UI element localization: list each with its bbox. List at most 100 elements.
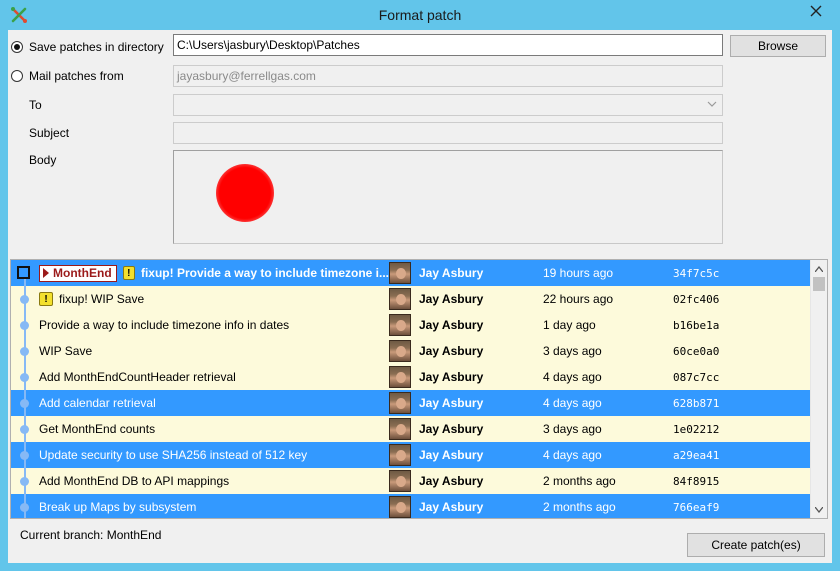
scroll-thumb[interactable] <box>813 277 825 291</box>
commit-author: Jay Asbury <box>419 500 484 514</box>
commit-author: Jay Asbury <box>419 292 484 306</box>
mail-radio[interactable] <box>11 70 23 82</box>
subject-label: Subject <box>29 126 70 140</box>
commit-author: Jay Asbury <box>419 396 484 410</box>
commit-hash: 628b871 <box>673 396 720 410</box>
close-icon <box>810 5 822 17</box>
commit-hash: 60ce0a0 <box>673 344 720 358</box>
commit-node <box>20 373 29 382</box>
commit-date: 4 days ago <box>543 396 602 410</box>
avatar <box>389 418 411 440</box>
dialog-body: Save patches in directory C:\Users\jasbu… <box>8 30 832 563</box>
commit-row[interactable]: Update security to use SHA256 instead of… <box>11 442 811 468</box>
commit-message-cell: Break up Maps by subsystem <box>39 494 389 518</box>
commit-message-cell: MonthEnd! fixup! Provide a way to include… <box>39 260 389 286</box>
mail-from-input[interactable]: jayasbury@ferrellgas.com <box>173 65 723 87</box>
mail-option[interactable]: Mail patches from <box>11 69 124 83</box>
commit-row[interactable]: Add MonthEndCountHeader retrieval Jay Asb… <box>11 364 811 390</box>
avatar <box>389 496 411 518</box>
avatar-face <box>396 476 406 487</box>
avatar <box>389 444 411 466</box>
commit-row[interactable]: MonthEnd! fixup! Provide a way to include… <box>11 260 811 286</box>
revision-graph-cell <box>11 416 37 442</box>
browse-button[interactable]: Browse <box>730 35 826 57</box>
commit-row[interactable]: Break up Maps by subsystem Jay Asbury 2 mo… <box>11 494 811 518</box>
commit-row[interactable]: Add MonthEnd DB to API mappings Jay Asbur… <box>11 468 811 494</box>
commit-node <box>20 347 29 356</box>
commit-message: Add calendar retrieval <box>39 396 156 410</box>
avatar <box>389 262 411 284</box>
commit-row[interactable]: Get MonthEnd counts Jay Asbury 3 days ago 1… <box>11 416 811 442</box>
warning-icon: ! <box>122 266 135 280</box>
chevron-up-icon <box>815 265 823 272</box>
save-radio[interactable] <box>11 41 23 53</box>
commit-row[interactable]: Add calendar retrieval Jay Asbury 4 days a… <box>11 390 811 416</box>
commit-message: Get MonthEnd counts <box>39 422 156 436</box>
commit-hash: a29ea41 <box>673 448 720 462</box>
commit-date: 2 months ago <box>543 500 616 514</box>
create-patches-button[interactable]: Create patch(es) <box>687 533 825 557</box>
avatar-face <box>396 268 406 279</box>
to-select[interactable] <box>173 94 723 116</box>
commit-message: Add MonthEnd DB to API mappings <box>39 474 230 488</box>
avatar <box>389 366 411 388</box>
revision-graph-cell <box>11 286 37 312</box>
commit-row[interactable]: WIP Save Jay Asbury 3 days ago 60ce0a0 <box>11 338 811 364</box>
avatar <box>389 340 411 362</box>
commit-node <box>20 399 29 408</box>
save-option[interactable]: Save patches in directory <box>11 40 164 54</box>
avatar <box>389 314 411 336</box>
avatar-face <box>396 346 406 357</box>
commit-author: Jay Asbury <box>419 370 484 384</box>
commit-message: Update security to use SHA256 instead of… <box>39 448 308 462</box>
commit-message-cell: Update security to use SHA256 instead of… <box>39 442 389 468</box>
avatar-face <box>396 424 406 435</box>
commit-date: 22 hours ago <box>543 292 614 306</box>
commit-row[interactable]: ! fixup! WIP Save Jay Asbury 22 hours ago 02… <box>11 286 811 312</box>
commit-author: Jay Asbury <box>419 474 484 488</box>
to-label: To <box>29 98 42 112</box>
branch-arrow-icon <box>43 268 49 278</box>
mail-option-label: Mail patches from <box>29 69 124 83</box>
window-title: Format patch <box>378 7 462 23</box>
commit-message: Break up Maps by subsystem <box>39 500 197 514</box>
avatar-face <box>396 320 406 331</box>
current-branch-label: Current branch: MonthEnd <box>20 528 162 542</box>
avatar <box>389 470 411 492</box>
save-option-label: Save patches in directory <box>29 40 164 54</box>
revision-graph-cell <box>11 390 37 416</box>
body-textarea[interactable] <box>173 150 723 244</box>
commit-message-cell: Add MonthEndCountHeader retrieval <box>39 364 389 390</box>
commit-date: 19 hours ago <box>543 266 614 280</box>
commit-date: 2 months ago <box>543 474 616 488</box>
scroll-down-button[interactable] <box>811 501 827 518</box>
commit-message: fixup! Provide a way to include timezone… <box>140 266 389 280</box>
commit-node <box>20 503 29 512</box>
vertical-scrollbar[interactable] <box>810 260 827 518</box>
commit-date: 3 days ago <box>543 344 602 358</box>
warning-icon: ! <box>39 292 53 306</box>
subject-input[interactable] <box>173 122 723 144</box>
commit-date: 4 days ago <box>543 448 602 462</box>
commit-node <box>20 451 29 460</box>
commit-author: Jay Asbury <box>419 344 484 358</box>
revision-grid[interactable]: MonthEnd! fixup! Provide a way to include… <box>10 259 828 519</box>
body-label: Body <box>29 153 57 167</box>
commit-message-cell: WIP Save <box>39 338 389 364</box>
avatar-face <box>396 372 406 383</box>
revision-graph-cell <box>11 312 37 338</box>
head-commit-node <box>17 266 30 279</box>
commit-hash: 84f8915 <box>673 474 720 488</box>
scroll-up-button[interactable] <box>811 260 827 277</box>
commit-hash: b16be1a <box>673 318 720 332</box>
title-bar[interactable]: Format patch <box>0 0 840 30</box>
commit-message: Add MonthEndCountHeader retrieval <box>39 370 236 384</box>
directory-input[interactable]: C:\Users\jasbury\Desktop\Patches <box>173 34 723 56</box>
avatar <box>389 392 411 414</box>
commit-message-cell: Get MonthEnd counts <box>39 416 389 442</box>
commit-hash: 1e02212 <box>673 422 720 436</box>
commit-message-cell: ! fixup! WIP Save <box>39 286 389 312</box>
commit-row[interactable]: Provide a way to include timezone info i… <box>11 312 811 338</box>
close-button[interactable] <box>799 1 833 21</box>
revision-graph-cell <box>11 468 37 494</box>
